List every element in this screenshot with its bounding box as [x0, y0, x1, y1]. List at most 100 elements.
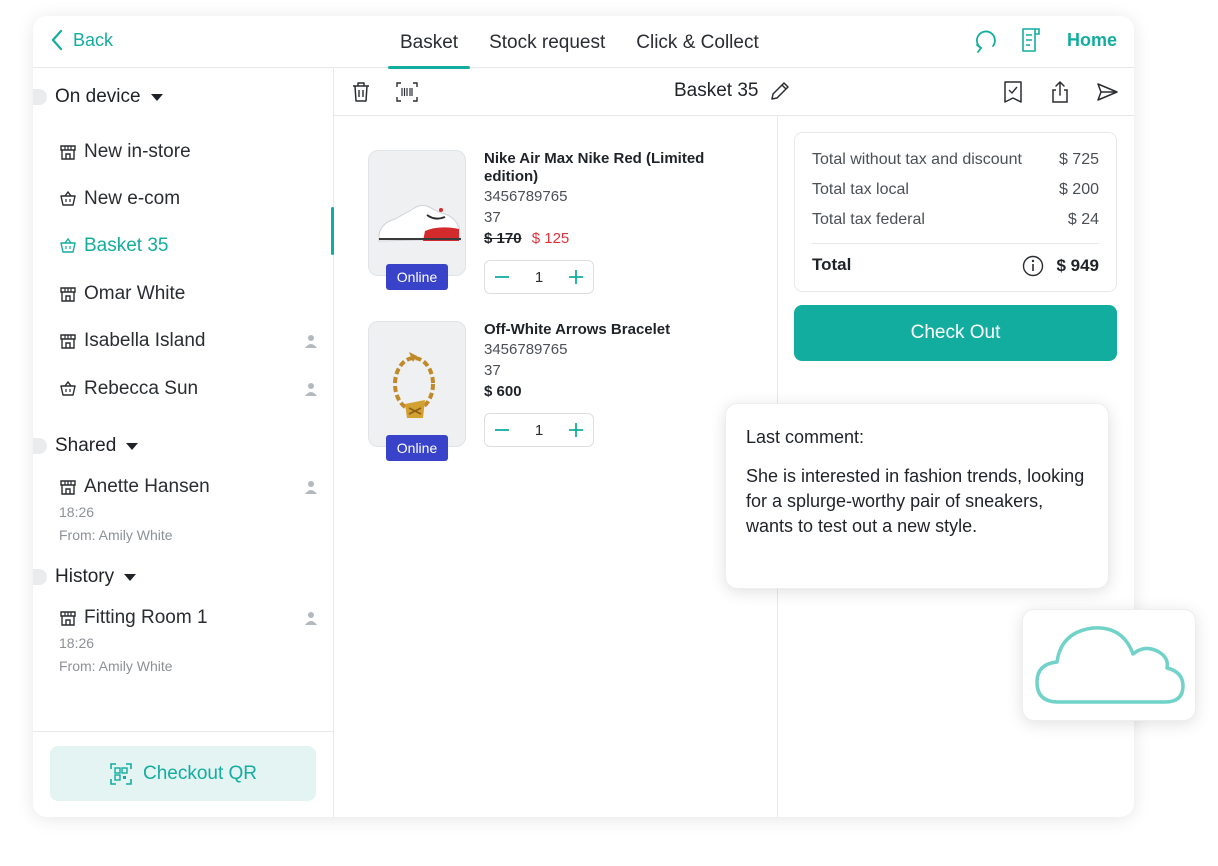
sidebar-item-omar-white[interactable]: Omar White	[59, 283, 317, 305]
person-icon	[305, 383, 317, 396]
send-icon[interactable]	[1096, 80, 1118, 104]
section-label: Shared	[55, 435, 117, 456]
sidebar-item-fitting-room-1[interactable]: Fitting Room 1	[59, 607, 317, 629]
section-shared[interactable]: Shared	[33, 435, 139, 457]
top-bar: Back Basket Stock request Click & Collec…	[33, 16, 1134, 69]
back-button[interactable]: Back	[49, 28, 113, 52]
section-label: On device	[55, 86, 141, 107]
product-name: Off-White Arrows Bracelet	[484, 321, 671, 338]
sneaker-image	[378, 204, 461, 242]
sidebar-item-new-in-store[interactable]: New in-store	[59, 141, 317, 163]
top-actions: Home	[955, 26, 1117, 54]
online-badge: Online	[386, 435, 448, 461]
sidebar-item-label: Fitting Room 1	[84, 607, 208, 628]
section-handle	[33, 89, 47, 105]
basket-icon	[60, 380, 76, 396]
item-time: 18:26	[59, 635, 95, 651]
sidebar-item-label: New e-com	[84, 188, 181, 209]
item-time: 18:26	[59, 504, 95, 520]
refresh-icon[interactable]	[973, 26, 999, 54]
basket-title-group: Basket 35	[674, 80, 791, 102]
cloud-icon	[1035, 626, 1185, 704]
back-label: Back	[73, 29, 114, 50]
qr-code-icon	[110, 762, 132, 785]
quantity-stepper: 1	[484, 413, 594, 447]
product-list: Online Nike Air Max Nike Red (Limited ed…	[334, 116, 777, 817]
item-from: From: Amily White	[59, 527, 173, 543]
summary-row: Total tax local $ 200	[812, 181, 1099, 199]
order-summary: Total without tax and discount $ 725 Tot…	[794, 132, 1117, 292]
total-value: $ 949	[1056, 256, 1099, 275]
sidebar-item-label: Rebecca Sun	[84, 378, 199, 399]
comment-title: Last comment:	[746, 427, 865, 447]
pencil-icon[interactable]	[769, 80, 791, 102]
product-price: $ 600	[484, 383, 522, 400]
total-value-group: $ 949	[1022, 255, 1099, 277]
check-out-button[interactable]: Check Out	[794, 305, 1117, 361]
comment-body: She is interested in fashion trends, loo…	[746, 466, 1085, 536]
person-icon	[305, 335, 317, 348]
tab-stock-request[interactable]: Stock request	[477, 16, 617, 68]
summary-row: Total tax federal $ 24	[812, 211, 1099, 229]
basket-icon	[60, 190, 76, 206]
chevron-left-icon	[51, 29, 63, 51]
summary-value: $ 24	[1067, 211, 1099, 228]
tag-receipt-icon[interactable]	[1002, 80, 1024, 104]
plus-icon[interactable]	[567, 421, 585, 439]
share-icon[interactable]	[1049, 80, 1071, 104]
sidebar-item-new-e-com[interactable]: New e-com	[59, 188, 317, 210]
basket-icon	[60, 237, 76, 253]
sale-price: $ 125	[531, 230, 570, 247]
caret-down-icon	[126, 442, 139, 450]
quantity-value[interactable]: 1	[535, 422, 543, 439]
quantity-value[interactable]: 1	[535, 269, 543, 286]
sidebar-item-label: Basket 35	[84, 235, 169, 256]
minus-icon[interactable]	[493, 421, 511, 439]
summary-value: $ 200	[1058, 181, 1099, 198]
home-link[interactable]: Home	[1067, 26, 1117, 54]
caret-down-icon	[124, 573, 137, 581]
section-handle	[33, 569, 47, 585]
section-label: History	[55, 566, 115, 587]
basket-title: Basket 35	[674, 80, 759, 101]
product-image	[368, 150, 466, 276]
sidebar-item-label: Anette Hansen	[84, 476, 210, 497]
cloud-card	[1022, 609, 1196, 721]
summary-total-row: Total $ 949	[812, 255, 1099, 277]
store-icon	[60, 611, 76, 626]
online-badge: Online	[386, 264, 448, 290]
tab-click-collect[interactable]: Click & Collect	[624, 16, 770, 68]
sidebar-item-isabella-island[interactable]: Isabella Island	[59, 330, 317, 352]
product-size: 37	[484, 209, 501, 226]
store-icon	[60, 334, 76, 349]
section-history[interactable]: History	[33, 566, 137, 588]
checkout-qr-button[interactable]: Checkout QR	[50, 746, 316, 801]
barcode-scan-icon[interactable]	[396, 80, 418, 104]
product-image	[368, 321, 466, 447]
last-comment-card: Last comment: She is interested in fashi…	[725, 403, 1109, 589]
minus-icon[interactable]	[493, 268, 511, 286]
sidebar: On device New in-store New e-com Basket …	[33, 68, 334, 817]
receipt-icon[interactable]	[1017, 26, 1043, 54]
store-icon	[60, 287, 76, 302]
person-icon	[305, 481, 317, 494]
section-on-device[interactable]: On device	[33, 86, 163, 108]
info-icon[interactable]	[1022, 255, 1044, 277]
sidebar-item-rebecca-sun[interactable]: Rebecca Sun	[59, 378, 317, 400]
product-name: Nike Air Max Nike Red (Limited edition)	[484, 150, 705, 185]
plus-icon[interactable]	[567, 268, 585, 286]
tab-basket[interactable]: Basket	[388, 16, 471, 69]
sidebar-item-label: Omar White	[84, 283, 186, 304]
basket-toolbar: Basket 35	[334, 68, 1134, 116]
trash-icon[interactable]	[350, 80, 372, 104]
summary-label: Total tax local	[812, 181, 909, 198]
summary-row: Total without tax and discount $ 725	[812, 151, 1099, 169]
product-size: 37	[484, 362, 501, 379]
checkout-qr-label: Checkout QR	[142, 762, 258, 784]
person-icon	[305, 612, 317, 625]
store-icon	[60, 480, 76, 495]
product-prices: $ 170 $ 125	[484, 230, 569, 247]
sidebar-item-basket-35[interactable]: Basket 35	[59, 235, 317, 257]
sidebar-item-anette-hansen[interactable]: Anette Hansen	[59, 476, 317, 498]
quantity-stepper: 1	[484, 260, 594, 294]
